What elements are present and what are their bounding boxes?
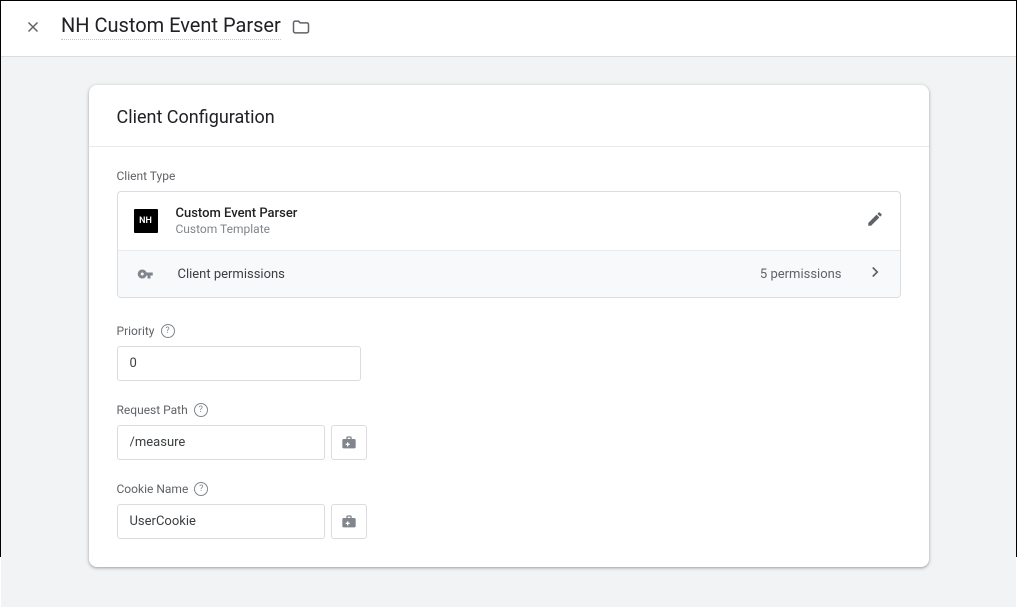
- config-card: Client Configuration Client Type NH Cust…: [89, 85, 929, 567]
- page-title[interactable]: NH Custom Event Parser: [61, 13, 281, 40]
- key-icon: [134, 265, 158, 283]
- variable-icon: [341, 435, 357, 451]
- close-button[interactable]: [21, 15, 45, 39]
- priority-input[interactable]: [117, 346, 361, 381]
- help-icon[interactable]: ?: [194, 403, 208, 417]
- request-path-var-button[interactable]: [331, 425, 367, 460]
- client-type-row[interactable]: NH Custom Event Parser Custom Template: [118, 192, 900, 250]
- client-type-label: Client Type: [117, 169, 901, 183]
- close-icon: [24, 18, 42, 36]
- edit-icon[interactable]: [866, 210, 884, 232]
- permissions-label: Client permissions: [178, 267, 740, 282]
- request-path-label: Request Path: [117, 403, 188, 417]
- help-icon[interactable]: ?: [194, 482, 208, 496]
- client-type-box: NH Custom Event Parser Custom Template C…: [117, 191, 901, 298]
- chevron-right-icon: [866, 263, 884, 285]
- client-permissions-row[interactable]: Client permissions 5 permissions: [118, 250, 900, 297]
- cookie-name-label: Cookie Name: [117, 482, 189, 496]
- cookie-name-input[interactable]: [117, 504, 325, 539]
- client-name: Custom Event Parser: [176, 206, 848, 221]
- client-sub: Custom Template: [176, 222, 848, 236]
- priority-label: Priority: [117, 324, 155, 338]
- cookie-name-var-button[interactable]: [331, 504, 367, 539]
- card-title: Client Configuration: [89, 85, 929, 147]
- folder-icon[interactable]: [291, 17, 311, 37]
- request-path-input[interactable]: [117, 425, 325, 460]
- client-badge: NH: [134, 209, 158, 233]
- permissions-count: 5 permissions: [760, 267, 842, 282]
- variable-icon: [341, 514, 357, 530]
- help-icon[interactable]: ?: [161, 324, 175, 338]
